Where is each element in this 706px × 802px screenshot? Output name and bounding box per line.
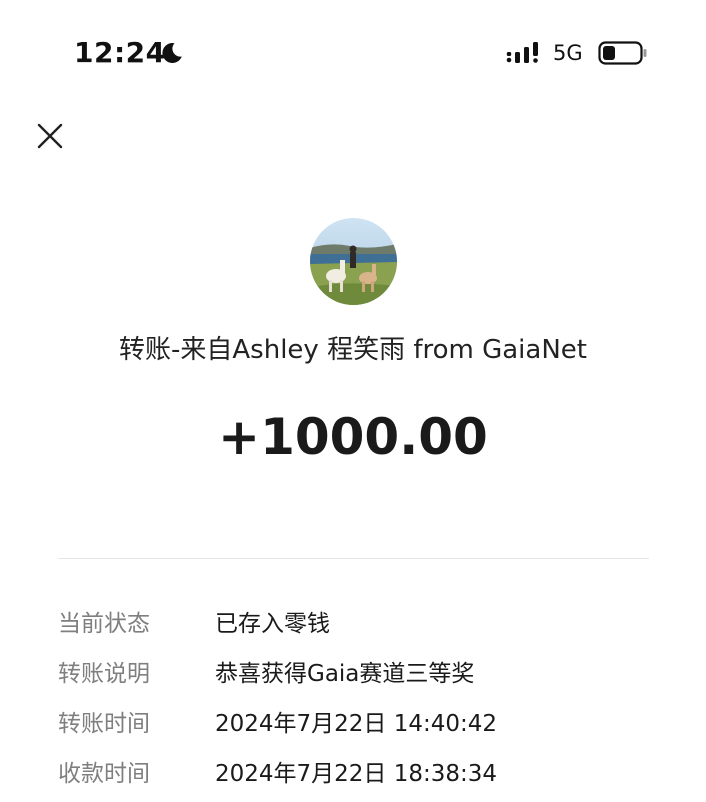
divider (58, 558, 649, 559)
transfer-amount: +1000.00 (218, 408, 488, 466)
detail-row-note: 转账说明 恭喜获得Gaia赛道三等奖 (58, 652, 658, 702)
signal-icon (506, 42, 538, 63)
avatar[interactable] (310, 218, 397, 305)
detail-label: 转账时间 (58, 711, 150, 737)
detail-value: 恭喜获得Gaia赛道三等奖 (215, 661, 475, 687)
status-time: 12:24 (74, 36, 166, 69)
moon-icon (162, 42, 182, 63)
detail-label: 当前状态 (58, 611, 150, 637)
detail-label: 转账说明 (58, 661, 150, 687)
battery-icon (598, 41, 647, 65)
detail-value: 已存入零钱 (215, 611, 330, 637)
avatar-image (310, 218, 397, 305)
detail-label: 收款时间 (58, 761, 150, 787)
status-bar: 12:24 5G (0, 0, 706, 100)
detail-row-status: 当前状态 已存入零钱 (58, 602, 658, 652)
detail-value: 2024年7月22日 14:40:42 (215, 711, 498, 737)
detail-row-receive-time: 收款时间 2024年7月22日 18:38:34 (58, 752, 658, 802)
transfer-details: 当前状态 已存入零钱 转账说明 恭喜获得Gaia赛道三等奖 转账时间 2024年… (58, 602, 658, 802)
close-icon[interactable] (36, 122, 64, 150)
detail-value: 2024年7月22日 18:38:34 (215, 761, 498, 787)
network-label: 5G (553, 41, 583, 65)
transfer-title: 转账-来自Ashley 程笑雨 from GaiaNet (119, 335, 587, 365)
detail-row-transfer-time: 转账时间 2024年7月22日 14:40:42 (58, 702, 658, 752)
